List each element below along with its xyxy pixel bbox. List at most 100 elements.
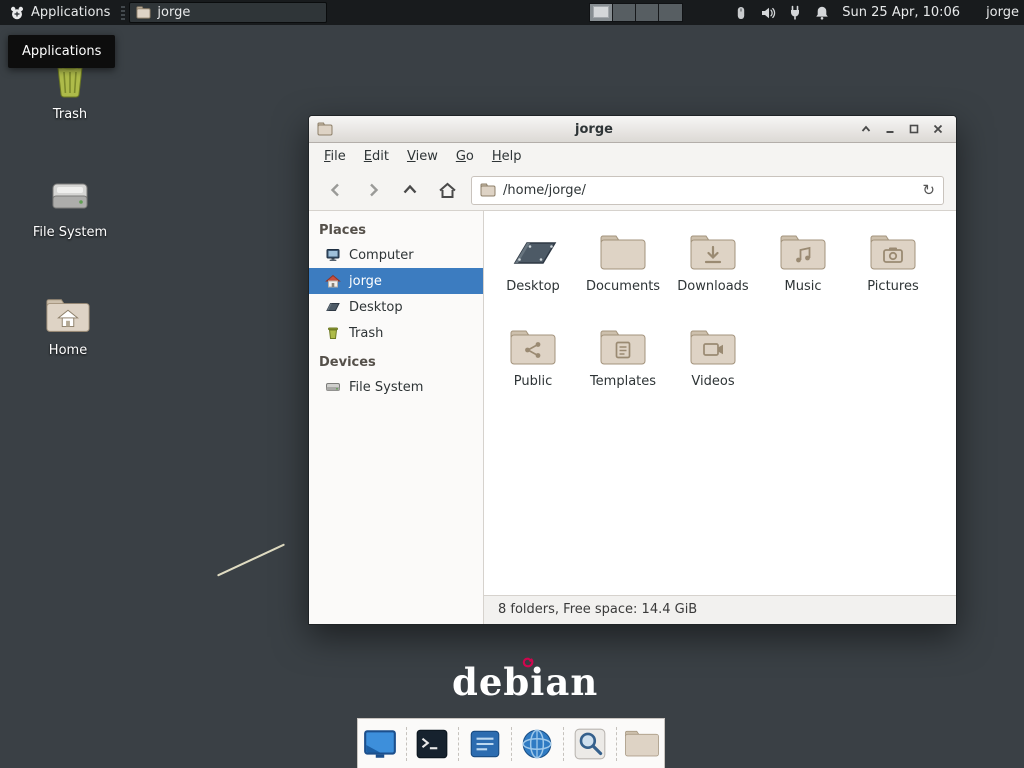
sidebar-item-label: jorge [349, 274, 382, 289]
terminal-icon [414, 726, 450, 762]
back-button[interactable] [321, 175, 351, 205]
folder-icon [599, 233, 647, 273]
volume-icon[interactable] [760, 5, 776, 21]
bottom-dock [357, 718, 665, 768]
sidebar-item-computer[interactable]: Computer [309, 242, 483, 268]
app-finder-icon [572, 726, 608, 762]
up-icon [401, 181, 419, 199]
sidebar-item-label: File System [349, 380, 423, 395]
menubar: File Edit View Go Help [309, 143, 956, 170]
path-text: /home/jorge/ [503, 183, 915, 198]
file-label: Videos [691, 374, 734, 389]
file-item-music[interactable]: Music [758, 223, 848, 318]
wallpaper-swoosh-line [217, 543, 285, 576]
desktop-background[interactable]: debian Trash File System H [0, 0, 1024, 768]
desktop-icon-home[interactable]: Home [20, 296, 116, 358]
dock-app-finder[interactable] [568, 722, 612, 766]
file-view[interactable]: Desktop Documents [484, 211, 956, 595]
toolbar: /home/jorge/ ↻ [309, 170, 956, 211]
menu-view[interactable]: View [398, 143, 447, 170]
file-item-downloads[interactable]: Downloads [668, 223, 758, 318]
folder-icon [480, 182, 496, 198]
minimize-button[interactable] [879, 119, 900, 140]
taskbar-window-button[interactable]: jorge [129, 2, 327, 23]
home-folder-icon [45, 296, 91, 336]
dock-terminal[interactable] [411, 722, 455, 766]
folder-music-icon [779, 233, 827, 273]
applications-menu-label: Applications [31, 5, 110, 20]
close-icon [932, 123, 944, 135]
workspace-switcher [589, 3, 683, 22]
debian-swirl-icon [521, 656, 535, 670]
window-icon [136, 5, 151, 20]
menu-file[interactable]: File [315, 143, 355, 170]
home-button[interactable] [432, 175, 462, 205]
panel-user-label[interactable]: jorge [986, 5, 1019, 20]
forward-icon [364, 181, 382, 199]
folder-pictures-icon [869, 233, 917, 273]
top-panel: Applications jorge [0, 0, 1024, 25]
power-icon[interactable] [787, 5, 803, 21]
file-item-videos[interactable]: Videos [668, 318, 758, 413]
notifications-bell-icon[interactable] [814, 5, 830, 21]
window-icon [317, 121, 333, 137]
dock-separator [458, 727, 459, 761]
applications-menu-button[interactable]: Applications [0, 0, 119, 25]
dock-separator [563, 727, 564, 761]
file-label: Downloads [677, 279, 748, 294]
panel-separator [121, 4, 125, 21]
file-label: Documents [586, 279, 660, 294]
sidebar-item-desktop[interactable]: Desktop [309, 294, 483, 320]
workspace-3[interactable] [636, 4, 659, 21]
home-icon [325, 273, 341, 289]
applications-menu-icon [9, 5, 25, 21]
desktop-icon [325, 299, 341, 315]
workspace-2[interactable] [613, 4, 636, 21]
path-entry[interactable]: /home/jorge/ ↻ [471, 176, 944, 205]
workspace-4[interactable] [659, 4, 682, 21]
maximize-icon [908, 123, 920, 135]
dock-separator [406, 727, 407, 761]
folder-templates-icon [599, 328, 647, 368]
file-label: Desktop [506, 279, 560, 294]
dock-show-desktop[interactable] [358, 722, 402, 766]
file-item-desktop[interactable]: Desktop [488, 223, 578, 318]
dock-web-browser[interactable] [516, 722, 560, 766]
sidebar-item-label: Trash [349, 326, 383, 341]
statusbar: 8 folders, Free space: 14.4 GiB [484, 595, 956, 624]
workspace-window-preview [593, 6, 609, 18]
dock-display[interactable] [463, 722, 507, 766]
file-label: Templates [590, 374, 656, 389]
mouse-icon[interactable] [733, 5, 749, 21]
desktop-icon-file-system[interactable]: File System [22, 174, 118, 240]
sidebar-item-file-system[interactable]: File System [309, 374, 483, 400]
menu-edit[interactable]: Edit [355, 143, 398, 170]
file-item-templates[interactable]: Templates [578, 318, 668, 413]
panel-clock[interactable]: Sun 25 Apr, 10:06 [842, 5, 960, 20]
menu-help[interactable]: Help [483, 143, 531, 170]
menu-go[interactable]: Go [447, 143, 483, 170]
reload-icon[interactable]: ↻ [922, 183, 935, 198]
file-manager-icon [624, 729, 660, 759]
shade-button[interactable] [855, 119, 876, 140]
window-titlebar[interactable]: jorge [309, 116, 956, 143]
file-item-pictures[interactable]: Pictures [848, 223, 938, 318]
close-button[interactable] [927, 119, 948, 140]
sidebar-item-jorge[interactable]: jorge [309, 268, 483, 294]
maximize-button[interactable] [903, 119, 924, 140]
file-manager-window[interactable]: jorge File Edit View Go Help [308, 115, 957, 625]
forward-button[interactable] [358, 175, 388, 205]
file-label: Pictures [867, 279, 918, 294]
sidebar: Places Computer [309, 211, 484, 624]
sidebar-item-trash[interactable]: Trash [309, 320, 483, 346]
sidebar-item-label: Computer [349, 248, 414, 263]
up-button[interactable] [395, 175, 425, 205]
window-title: jorge [333, 122, 855, 137]
drive-icon [48, 174, 92, 218]
tooltip-text: Applications [22, 44, 101, 59]
file-item-public[interactable]: Public [488, 318, 578, 413]
statusbar-text: 8 folders, Free space: 14.4 GiB [498, 602, 697, 617]
workspace-1[interactable] [590, 4, 613, 21]
dock-file-manager[interactable] [621, 722, 665, 766]
file-item-documents[interactable]: Documents [578, 223, 668, 318]
